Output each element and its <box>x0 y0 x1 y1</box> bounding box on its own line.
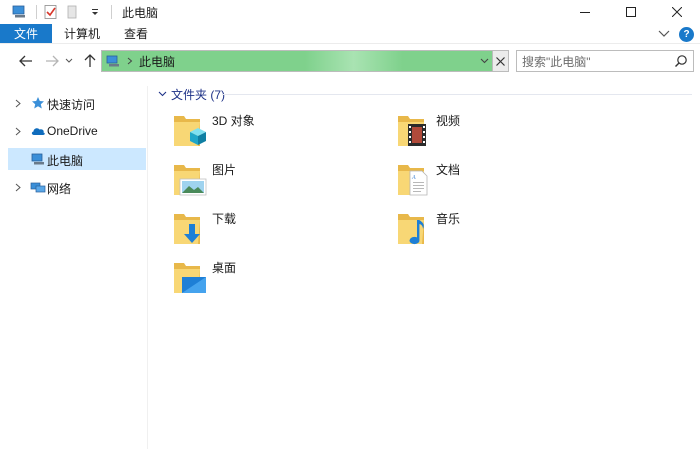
sidebar-item-this-pc[interactable]: 此电脑 <box>8 148 146 170</box>
folders-group-label: 文件夹 (7) <box>171 87 226 102</box>
desktop-icon <box>182 277 206 293</box>
arrow-left-icon <box>19 55 32 67</box>
new-folder-icon[interactable] <box>65 4 81 20</box>
tab-view[interactable]: 查看 <box>112 24 160 43</box>
chevron-down-icon[interactable] <box>156 88 168 100</box>
breadcrumb-chevron-icon[interactable] <box>127 57 135 65</box>
minimize-button[interactable] <box>562 0 608 24</box>
chevron-right-icon[interactable] <box>13 181 23 193</box>
tab-computer[interactable]: 计算机 <box>52 24 112 43</box>
folder-desktop-icon <box>174 263 206 293</box>
chevron-right-icon[interactable] <box>13 97 23 109</box>
star-pin-icon <box>30 95 46 111</box>
window-controls <box>562 0 700 24</box>
arrow-right-icon <box>46 55 59 67</box>
sidebar-item-network[interactable]: 网络 <box>8 176 146 198</box>
ribbon-right-controls: ? <box>655 26 694 42</box>
navigation-bar: 此电脑 搜索"此电脑" <box>0 48 700 74</box>
folder-item-music[interactable]: 音乐 <box>396 208 606 250</box>
folder-music-icon <box>398 214 424 245</box>
search-placeholder: 搜索"此电脑" <box>522 54 591 69</box>
folder-item-videos[interactable]: 视频 <box>396 110 606 152</box>
tab-file[interactable]: 文件 <box>0 24 53 43</box>
sidebar-item-quick-access[interactable]: 快速访问 <box>8 92 146 114</box>
svg-text:A: A <box>411 175 416 181</box>
close-button[interactable] <box>654 0 700 24</box>
folder-pictures-icon <box>174 165 207 196</box>
folder-label: 桌面 <box>212 261 237 275</box>
folder-label: 视频 <box>436 114 461 128</box>
navigation-pane: 快速访问 OneDrive 此电脑 网络 <box>0 86 148 449</box>
folder-item-desktop[interactable]: 桌面 <box>172 257 382 299</box>
properties-check-icon[interactable] <box>43 4 59 20</box>
folder-label: 图片 <box>212 163 237 177</box>
title-bar: 此电脑 <box>0 0 700 24</box>
toolbar-divider <box>36 5 37 19</box>
folder-3d-objects-icon <box>174 116 206 146</box>
folder-videos-icon <box>398 116 426 146</box>
arrow-up-icon <box>84 54 96 67</box>
close-icon <box>672 7 682 17</box>
chevron-right-icon[interactable] <box>13 125 23 137</box>
network-icon <box>30 179 46 195</box>
sidebar-item-label: 网络 <box>47 182 72 196</box>
folder-item-pictures[interactable]: 图片 <box>172 159 382 201</box>
customize-dropdown-icon[interactable] <box>87 4 103 20</box>
maximize-icon <box>626 7 636 17</box>
quick-access-toolbar: 此电脑 <box>12 4 158 21</box>
search-input[interactable]: 搜索"此电脑" <box>516 50 694 72</box>
chevron-down-icon <box>480 58 488 64</box>
address-bar[interactable]: 此电脑 <box>101 50 509 72</box>
address-clear-button[interactable] <box>492 51 508 71</box>
film-icon <box>408 124 426 146</box>
folder-label: 3D 对象 <box>212 114 255 128</box>
computer-icon <box>106 54 122 68</box>
close-icon <box>496 56 505 66</box>
sidebar-item-label: OneDrive <box>47 124 98 138</box>
minimize-icon <box>580 12 590 13</box>
folder-downloads-icon <box>174 214 200 244</box>
folder-label: 文档 <box>436 163 461 177</box>
document-icon: A <box>409 170 428 196</box>
computer-icon <box>30 151 46 167</box>
folder-item-documents[interactable]: A 文档 <box>396 159 606 201</box>
folder-documents-icon: A <box>398 165 428 196</box>
sidebar-item-label: 此电脑 <box>47 154 84 168</box>
ribbon-tabs: 文件 计算机 查看 ? <box>0 24 700 44</box>
back-button[interactable] <box>16 51 36 71</box>
up-button[interactable] <box>80 51 100 71</box>
breadcrumb-current[interactable]: 此电脑 <box>139 53 175 70</box>
search-icon[interactable] <box>674 54 688 68</box>
chevron-down-icon <box>658 30 670 37</box>
help-button[interactable]: ? <box>679 26 694 42</box>
address-history-dropdown[interactable] <box>478 54 490 68</box>
folder-item-3d-objects[interactable]: 3D 对象 <box>172 110 382 152</box>
sidebar-item-label: 快速访问 <box>47 98 96 112</box>
folder-label: 下载 <box>212 212 237 226</box>
window-title: 此电脑 <box>122 5 159 20</box>
group-divider <box>222 94 692 95</box>
cloud-icon <box>30 123 46 139</box>
picture-icon <box>179 178 207 196</box>
recent-locations-button[interactable] <box>62 51 76 71</box>
computer-icon[interactable] <box>12 4 28 20</box>
folder-item-downloads[interactable]: 下载 <box>172 208 382 250</box>
maximize-button[interactable] <box>608 0 654 24</box>
folders-group-header[interactable]: 文件夹 (7) <box>156 86 225 102</box>
folder-label: 音乐 <box>436 212 461 226</box>
sidebar-item-onedrive[interactable]: OneDrive <box>8 120 146 142</box>
forward-button[interactable] <box>42 51 62 71</box>
toolbar-divider <box>111 5 112 19</box>
chevron-down-icon <box>65 58 73 63</box>
expand-ribbon-button[interactable] <box>655 26 673 42</box>
